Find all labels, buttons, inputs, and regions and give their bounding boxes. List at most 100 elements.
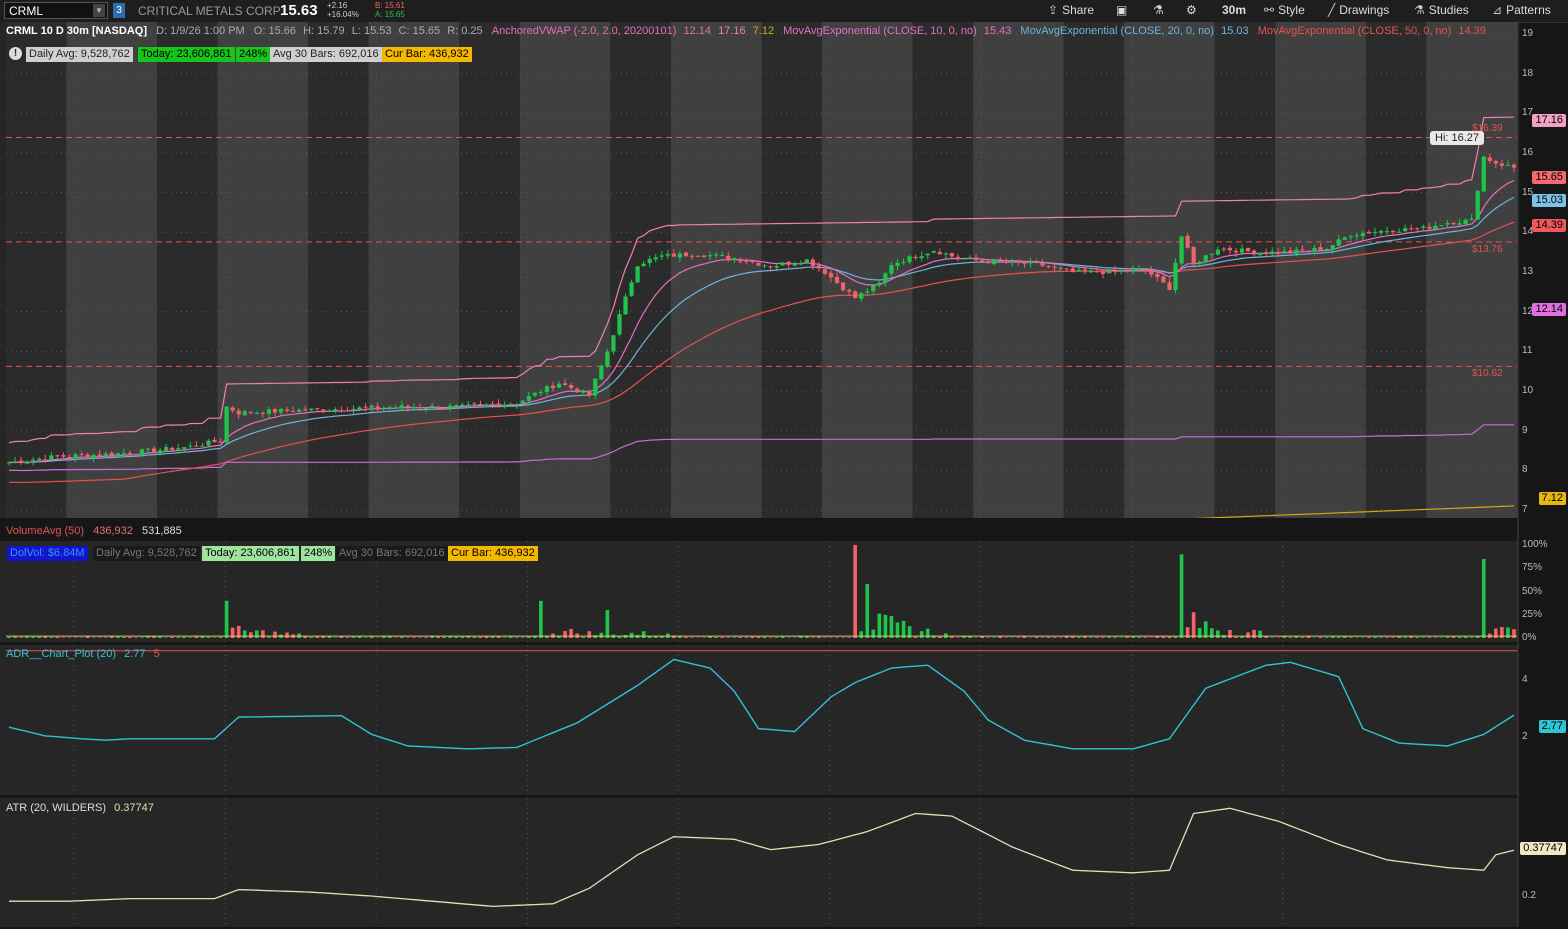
- candle-body: [436, 406, 441, 409]
- volume-bar: [212, 637, 217, 638]
- style-button[interactable]: ⚯ Style: [1264, 3, 1305, 17]
- candle-body: [61, 455, 66, 457]
- volume-bar: [43, 636, 48, 638]
- candle-body: [133, 454, 139, 456]
- volume-bar: [841, 637, 845, 638]
- drawings-button[interactable]: ╱ Drawings: [1328, 3, 1389, 17]
- volume-bar: [913, 636, 918, 638]
- candle-body: [188, 445, 193, 447]
- candle-body: [1294, 249, 1299, 254]
- price-study-header: CRML 10 D 30m [NASDAQ] D: 1/9/26 1:00 PM…: [6, 24, 1486, 39]
- volume-bar: [436, 636, 440, 638]
- ema10-study-name[interactable]: MovAvgExponential (CLOSE, 10, 0, no): [783, 25, 977, 37]
- candle-body: [1372, 232, 1378, 234]
- candle-body: [442, 407, 447, 409]
- candle-body: [230, 407, 235, 411]
- volume-bar: [798, 636, 803, 638]
- volume-bar: [1264, 636, 1268, 638]
- volume-study-name[interactable]: VolumeAvg (50): [6, 525, 84, 537]
- candle-body: [43, 459, 48, 461]
- adr-value-1: 2.77: [124, 648, 146, 660]
- volume-bar: [1240, 636, 1244, 638]
- candle-body: [550, 385, 556, 389]
- volume-bar: [97, 637, 102, 638]
- volume-bar: [817, 636, 821, 638]
- top-toolbar: CRML ▼ 3 CRITICAL METALS CORP 15.63 +2.1…: [0, 0, 1568, 23]
- volume-bar: [780, 636, 785, 638]
- candle-body: [1342, 237, 1347, 240]
- volume-bar: [968, 636, 972, 638]
- layout-icon[interactable]: ▣: [1116, 3, 1127, 17]
- volume-axis-tick: 50%: [1522, 585, 1543, 597]
- volume-bar: [1445, 636, 1450, 638]
- candle-body: [568, 385, 574, 389]
- candle-body: [998, 259, 1003, 262]
- volume-bar: [1403, 637, 1407, 638]
- volume-bar: [400, 636, 404, 638]
- candle-body: [1499, 163, 1505, 166]
- candle-body: [508, 404, 513, 406]
- candle-body: [405, 405, 411, 408]
- volume-bar: [605, 610, 610, 638]
- close-price-label: 15.65: [1532, 171, 1566, 184]
- candle-body: [1004, 261, 1009, 263]
- candle-body: [961, 258, 967, 260]
- bar-open: O: 15.66: [253, 25, 296, 37]
- candle-body: [12, 461, 18, 463]
- symbol-input[interactable]: CRML ▼: [4, 2, 108, 19]
- volume-bar: [684, 637, 688, 638]
- share-button[interactable]: ⇪ Share: [1048, 3, 1094, 17]
- candle-body: [429, 405, 435, 408]
- volume-bar: [182, 636, 187, 638]
- candle-body: [158, 450, 163, 454]
- volume-bar: [1179, 554, 1184, 638]
- gear-icon[interactable]: ⚙: [1186, 3, 1197, 17]
- candle-body: [937, 252, 942, 255]
- candle-body: [411, 407, 417, 409]
- panel-background: [0, 798, 1518, 927]
- studies-button[interactable]: ⚗ Studies: [1414, 3, 1469, 17]
- link-group-badge[interactable]: 3: [113, 3, 125, 18]
- volume-bar: [811, 637, 815, 638]
- candle-body: [1149, 270, 1154, 275]
- candle-body: [822, 269, 828, 274]
- candle-body: [677, 253, 683, 258]
- price-axis-tick: 18: [1522, 67, 1534, 79]
- candle-body: [351, 408, 356, 410]
- candle-body: [1040, 263, 1045, 266]
- volume-bar: [520, 637, 525, 638]
- ema50-study-name[interactable]: MovAvgExponential (CLOSE, 50, 0, no): [1258, 25, 1452, 37]
- cur-bar-tag: Cur Bar: 436,932: [382, 47, 472, 62]
- candle-body: [85, 454, 90, 458]
- adr-study-name[interactable]: ADR__Chart_Plot (20): [6, 648, 116, 660]
- session-band: [308, 22, 369, 518]
- candle-body: [992, 260, 997, 265]
- candle-body: [1433, 225, 1438, 230]
- change-percent: +16.04%: [327, 10, 359, 19]
- bid-ask: B: 15.61 A: 15.65: [375, 1, 405, 19]
- volume-bar: [1113, 637, 1117, 638]
- volume-bar: [1385, 637, 1389, 638]
- volume-bar: [1348, 637, 1353, 638]
- candle-body: [816, 265, 822, 269]
- timeframe-button[interactable]: 30m: [1222, 3, 1246, 17]
- volume-bar: [1409, 636, 1414, 638]
- candle-body: [478, 403, 483, 405]
- alert-icon[interactable]: !: [9, 47, 22, 60]
- candle-body: [121, 453, 126, 455]
- vwap-study-name[interactable]: AnchoredVWAP (-2.0, 2.0, 20200101): [492, 25, 677, 37]
- candle-body: [1409, 228, 1414, 230]
- chevron-down-icon[interactable]: ▼: [93, 4, 105, 17]
- volume-bar: [134, 637, 138, 638]
- atr-study-name[interactable]: ATR (20, WILDERS): [6, 802, 106, 814]
- session-band: [66, 22, 158, 518]
- candle-body: [200, 445, 205, 447]
- ema20-study-name[interactable]: MovAvgExponential (CLOSE, 20, 0, no): [1020, 25, 1214, 37]
- patterns-button[interactable]: ⊿ Patterns: [1492, 3, 1551, 17]
- volume-bar: [369, 636, 374, 638]
- candle-body: [1227, 247, 1233, 251]
- flask-icon[interactable]: ⚗: [1153, 3, 1164, 17]
- dolvol-tag: DolVol: $6.84M: [7, 546, 88, 561]
- volume-bar: [176, 637, 181, 638]
- chart-area[interactable]: [0, 22, 1568, 929]
